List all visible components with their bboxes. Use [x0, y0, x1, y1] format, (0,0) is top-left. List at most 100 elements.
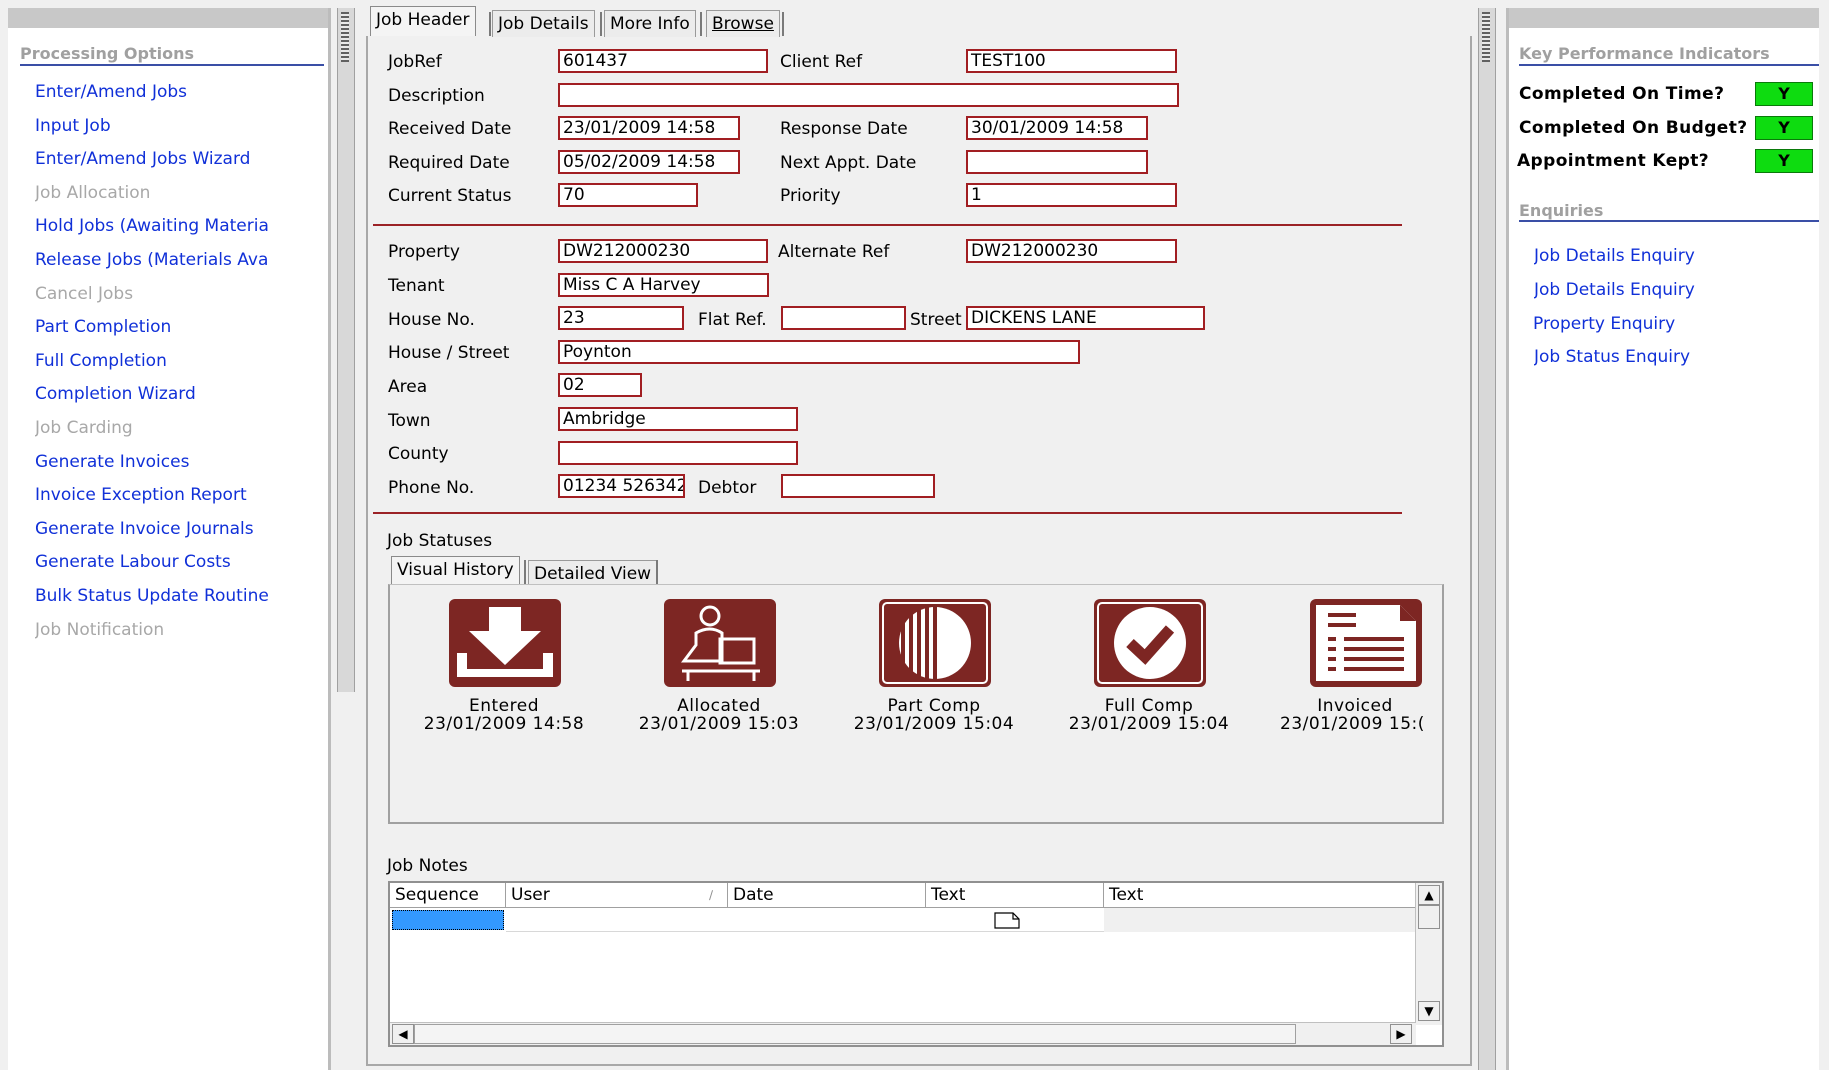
nav-hold-jobs[interactable]: Hold Jobs (Awaiting Materia	[35, 216, 275, 236]
nav-invoice-exception-report[interactable]: Invoice Exception Report	[35, 485, 325, 505]
scroll-thumb[interactable]	[414, 1024, 1296, 1044]
property-field[interactable]: DW212000230	[558, 239, 768, 263]
jobref-field[interactable]: 601437	[558, 49, 768, 73]
current-status-label: Current Status	[388, 186, 512, 206]
tab-separator	[600, 12, 602, 36]
horizontal-scrollbar[interactable]: ◀ ▶	[390, 1022, 1416, 1045]
kpi-title: Key Performance Indicators	[1519, 44, 1770, 63]
nav-input-job[interactable]: Input Job	[35, 116, 325, 136]
description-label: Description	[388, 86, 485, 106]
flat-ref-field[interactable]	[781, 306, 906, 330]
scroll-up-icon[interactable]: ▲	[1418, 885, 1440, 905]
note-document-icon[interactable]	[994, 912, 1020, 929]
tab-more-info[interactable]: More Info	[604, 10, 696, 37]
house-no-label: House No.	[388, 310, 475, 330]
visual-history-panel: Entered 23/01/2009 14:58 Allocated 23/01…	[388, 584, 1444, 824]
tenant-label: Tenant	[388, 276, 445, 296]
client-ref-label: Client Ref	[780, 52, 863, 72]
column-header-user-label: User	[511, 885, 550, 905]
column-header-user[interactable]: User ∕	[506, 883, 728, 908]
table-row-selected-cell[interactable]	[392, 910, 504, 930]
splitter-grip[interactable]	[341, 12, 349, 62]
status-allocated-name: Allocated	[677, 696, 761, 716]
enquiries-title: Enquiries	[1519, 201, 1604, 220]
response-date-label: Response Date	[780, 119, 908, 139]
enquiry-job-details-2[interactable]: Job Details Enquiry	[1534, 280, 1695, 300]
current-status-field[interactable]: 70	[558, 183, 698, 207]
column-header-text-2[interactable]: Text	[1104, 883, 1418, 908]
splitter-grip[interactable]	[1482, 12, 1490, 62]
nav-part-completion[interactable]: Part Completion	[35, 317, 325, 337]
nav-job-notification: Job Notification	[35, 620, 165, 640]
tab-job-header[interactable]: Job Header	[370, 6, 476, 36]
scroll-down-icon[interactable]: ▼	[1418, 1001, 1440, 1021]
scroll-thumb[interactable]	[1418, 905, 1440, 929]
tab-job-details[interactable]: Job Details	[492, 10, 595, 37]
section-divider	[1519, 64, 1819, 66]
section-divider	[373, 224, 1402, 226]
street-field[interactable]: DICKENS LANE	[966, 306, 1205, 330]
vertical-scrollbar[interactable]: ▲ ▼	[1415, 883, 1442, 1025]
nav-completion-wizard[interactable]: Completion Wizard	[35, 384, 325, 404]
next-appt-date-label: Next Appt. Date	[780, 153, 917, 173]
priority-field[interactable]: 1	[966, 183, 1177, 207]
client-ref-field[interactable]: TEST100	[966, 49, 1177, 73]
nav-enter-amend-jobs[interactable]: Enter/Amend Jobs	[35, 82, 325, 102]
nav-generate-labour-costs[interactable]: Generate Labour Costs	[35, 552, 325, 572]
response-date-field[interactable]: 30/01/2009 14:58	[966, 116, 1148, 140]
nav-bulk-status-update[interactable]: Bulk Status Update Routine	[35, 586, 325, 606]
area-field[interactable]: 02	[558, 373, 642, 397]
house-street-label: House / Street	[388, 343, 510, 363]
tab-separator	[782, 12, 784, 36]
description-field[interactable]	[558, 83, 1179, 107]
area-label: Area	[388, 377, 428, 397]
kpi-completed-on-budget-label: Completed On Budget?	[1519, 118, 1748, 138]
enquiry-job-details[interactable]: Job Details Enquiry	[1534, 246, 1695, 266]
house-street-field[interactable]: Poynton	[558, 340, 1080, 364]
kpi-completed-on-time-label: Completed On Time?	[1519, 84, 1725, 104]
column-header-date[interactable]: Date	[728, 883, 926, 908]
county-field[interactable]	[558, 441, 798, 465]
nav-generate-invoice-journals[interactable]: Generate Invoice Journals	[35, 519, 325, 539]
nav-job-allocation: Job Allocation	[35, 183, 151, 203]
kpi-panel: Key Performance Indicators Completed On …	[1506, 8, 1819, 1070]
tab-separator	[489, 12, 491, 36]
nav-enter-amend-jobs-wizard[interactable]: Enter/Amend Jobs Wizard	[35, 149, 325, 169]
nav-release-jobs[interactable]: Release Jobs (Materials Ava	[35, 250, 275, 270]
column-header-text[interactable]: Text	[926, 883, 1104, 908]
received-date-field[interactable]: 23/01/2009 14:58	[558, 116, 740, 140]
nav-full-completion[interactable]: Full Completion	[35, 351, 325, 371]
nav-job-carding: Job Carding	[35, 418, 133, 438]
flat-ref-label: Flat Ref.	[698, 310, 767, 330]
left-splitter[interactable]	[337, 8, 355, 692]
sort-indicator-icon: ∕	[708, 888, 713, 902]
table-row-cell[interactable]	[1104, 908, 1418, 932]
kpi-completed-on-budget-badge: Y	[1755, 116, 1813, 140]
status-invoiced-name: Invoiced	[1317, 697, 1393, 715]
column-header-sequence[interactable]: Sequence	[390, 883, 506, 908]
section-divider	[20, 64, 324, 66]
tab-browse[interactable]: Browse	[706, 10, 780, 37]
scroll-right-icon[interactable]: ▶	[1390, 1024, 1412, 1044]
debtor-field[interactable]	[781, 474, 935, 498]
right-splitter[interactable]	[1478, 8, 1496, 1070]
tab-detailed-view[interactable]: Detailed View	[528, 560, 658, 587]
kpi-appointment-kept-label: Appointment Kept?	[1517, 151, 1709, 171]
house-no-field[interactable]: 23	[558, 306, 684, 330]
scroll-left-icon[interactable]: ◀	[392, 1024, 414, 1044]
tab-separator	[656, 560, 658, 584]
nav-generate-invoices[interactable]: Generate Invoices	[35, 452, 325, 472]
required-date-field[interactable]: 05/02/2009 14:58	[558, 150, 740, 174]
status-part-comp-date: 23/01/2009 15:04	[853, 714, 1015, 734]
enquiry-property[interactable]: Property Enquiry	[1533, 314, 1675, 334]
tab-visual-history[interactable]: Visual History	[391, 556, 520, 587]
tenant-field[interactable]: Miss C A Harvey	[558, 273, 769, 297]
status-entered-name: Entered	[468, 696, 539, 716]
next-appt-date-field[interactable]	[966, 150, 1148, 174]
phone-no-field[interactable]: 01234 526342	[558, 474, 685, 498]
town-field[interactable]: Ambridge	[558, 407, 798, 431]
enquiry-job-status[interactable]: Job Status Enquiry	[1534, 347, 1690, 367]
alternate-ref-field[interactable]: DW212000230	[966, 239, 1177, 263]
nav-cancel-jobs: Cancel Jobs	[35, 284, 134, 304]
received-date-label: Received Date	[388, 119, 512, 139]
